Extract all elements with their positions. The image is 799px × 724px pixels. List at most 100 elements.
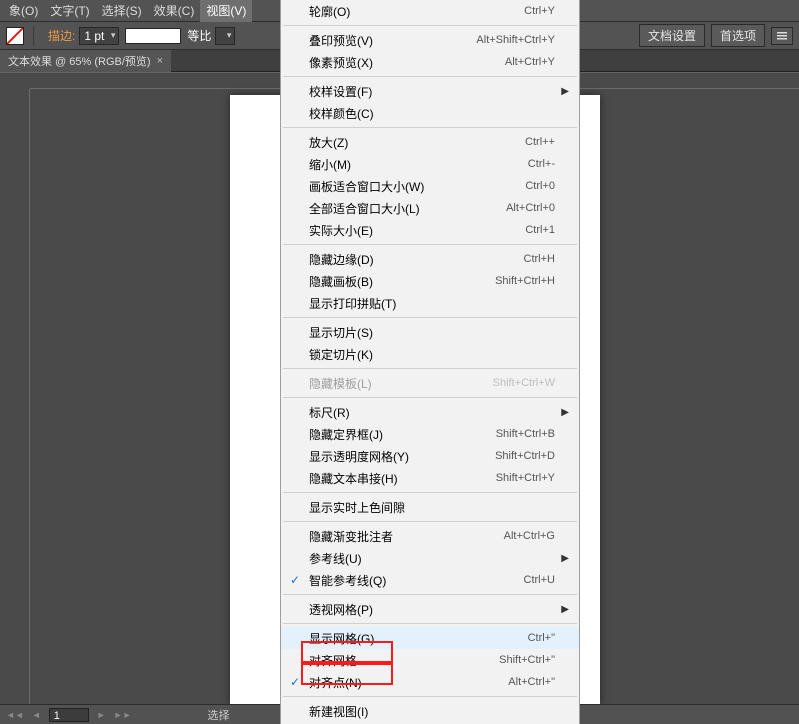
view-menu-dropdown: 轮廓(O)Ctrl+Y叠印预览(V)Alt+Shift+Ctrl+Y像素预览(X… [280,0,580,724]
document-tab[interactable]: 文本效果 @ 65% (RGB/预览) × [0,50,171,72]
document-tab-title: 文本效果 @ 65% (RGB/预览) [8,53,151,69]
menu-item-label: 新建视图(I) [309,703,555,720]
panel-menu-icon[interactable] [771,27,793,45]
menu-item[interactable]: 隐藏文本串接(H)Shift+Ctrl+Y [281,467,579,489]
checkmark-icon: ✓ [281,573,309,587]
menu-separator [283,521,577,522]
menu-item[interactable]: 显示打印拼贴(T) [281,292,579,314]
menu-item[interactable]: 参考线(U)▶ [281,547,579,569]
menu-item-label: 显示打印拼贴(T) [309,295,555,312]
menu-separator [283,368,577,369]
menu-item-label: 隐藏定界框(J) [309,426,496,443]
menu-item[interactable]: 实际大小(E)Ctrl+1 [281,219,579,241]
menu-item-shortcut: Shift+Ctrl+B [496,428,555,440]
menu-item[interactable]: 全部适合窗口大小(L)Alt+Ctrl+0 [281,197,579,219]
menu-item-label: 锁定切片(K) [309,346,555,363]
menu-item[interactable]: 显示透明度网格(Y)Shift+Ctrl+D [281,445,579,467]
menu-item[interactable]: 对齐网格Shift+Ctrl+" [281,649,579,671]
submenu-arrow-icon: ▶ [555,407,569,418]
uniform-dropdown[interactable] [215,27,235,45]
menu-item[interactable]: 像素预览(X)Alt+Ctrl+Y [281,51,579,73]
checkmark-icon: ✓ [281,675,309,689]
menu-item-shortcut: Ctrl+U [524,574,555,586]
separator [33,26,34,46]
menu-item[interactable]: 显示切片(S) [281,321,579,343]
menu-item-label: 对齐网格 [309,652,499,669]
menu-item-label: 轮廓(O) [309,3,524,20]
menu-effect[interactable]: 效果(C) [148,0,201,22]
menu-item-label: 全部适合窗口大小(L) [309,200,506,217]
menu-item-label: 显示实时上色间隙 [309,499,555,516]
menu-item-label: 参考线(U) [309,550,555,567]
menu-item[interactable]: 叠印预览(V)Alt+Shift+Ctrl+Y [281,29,579,51]
menu-item-shortcut: Shift+Ctrl+H [495,275,555,287]
stroke-weight-dropdown[interactable]: 1 pt [79,27,119,45]
menu-item-label: 画板适合窗口大小(W) [309,178,525,195]
menu-item-label: 标尺(R) [309,404,555,421]
menu-item-label: 隐藏渐变批注者 [309,528,504,545]
menu-view[interactable]: 视图(V) [200,0,252,22]
menu-item[interactable]: 锁定切片(K) [281,343,579,365]
next-artboard-icon[interactable]: ► [97,710,106,720]
menu-text[interactable]: 文字(T) [44,0,95,22]
first-artboard-icon[interactable]: ◄◄ [6,710,24,720]
menu-separator [283,25,577,26]
stroke-weight-value: 1 pt [84,29,104,43]
menu-item-label: 隐藏画板(B) [309,273,495,290]
menu-separator [283,696,577,697]
menu-item[interactable]: 显示网格(G)Ctrl+" [281,627,579,649]
menu-item-shortcut: Ctrl+0 [525,180,555,192]
menu-separator [283,76,577,77]
menu-item[interactable]: 标尺(R)▶ [281,401,579,423]
submenu-arrow-icon: ▶ [555,553,569,564]
menu-item-shortcut: Shift+Ctrl+Y [496,472,555,484]
menu-item-label: 显示网格(G) [309,630,528,647]
menu-item-label: 智能参考线(Q) [309,572,524,589]
menu-item[interactable]: 校样颜色(C) [281,102,579,124]
menu-item[interactable]: 隐藏画板(B)Shift+Ctrl+H [281,270,579,292]
menu-item[interactable]: ✓对齐点(N)Alt+Ctrl+" [281,671,579,693]
fill-swatch[interactable] [6,27,24,45]
menu-item[interactable]: 显示实时上色间隙 [281,496,579,518]
menu-item[interactable]: 放大(Z)Ctrl++ [281,131,579,153]
menu-item-shortcut: Alt+Ctrl+Y [505,56,555,68]
menu-item-label: 对齐点(N) [309,674,508,691]
menu-item: 隐藏模板(L)Shift+Ctrl+W [281,372,579,394]
status-mode-label: 选择 [208,707,230,723]
close-tab-icon[interactable]: × [157,55,163,67]
menu-item[interactable]: 校样设置(F)▶ [281,80,579,102]
artboard-number-field[interactable]: 1 [49,708,89,722]
menu-item-shortcut: Ctrl+H [524,253,555,265]
preferences-button[interactable]: 首选项 [711,24,765,47]
menu-item[interactable]: 隐藏渐变批注者Alt+Ctrl+G [281,525,579,547]
menu-item[interactable]: 缩小(M)Ctrl+- [281,153,579,175]
menu-item[interactable]: 轮廓(O)Ctrl+Y [281,0,579,22]
menu-item-shortcut: Ctrl+1 [525,224,555,236]
prev-artboard-icon[interactable]: ◄ [32,710,41,720]
menu-separator [283,397,577,398]
last-artboard-icon[interactable]: ►► [114,710,132,720]
menu-item[interactable]: 画板适合窗口大小(W)Ctrl+0 [281,175,579,197]
menu-separator [283,623,577,624]
menu-item[interactable]: ✓智能参考线(Q)Ctrl+U [281,569,579,591]
menu-item-label: 隐藏边缘(D) [309,251,524,268]
menu-item-label: 缩小(M) [309,156,528,173]
menu-select[interactable]: 选择(S) [96,0,148,22]
menu-item-label: 像素预览(X) [309,54,505,71]
menu-item[interactable]: 隐藏边缘(D)Ctrl+H [281,248,579,270]
menu-item-label: 校样设置(F) [309,83,555,100]
menu-item[interactable]: 透视网格(P)▶ [281,598,579,620]
menu-item-shortcut: Ctrl+Y [524,5,555,17]
menu-item-shortcut: Shift+Ctrl+" [499,654,555,666]
menu-separator [283,594,577,595]
menu-item[interactable]: 新建视图(I) [281,700,579,722]
menu-item-label: 校样颜色(C) [309,105,555,122]
menu-item-label: 叠印预览(V) [309,32,476,49]
menu-item[interactable]: 隐藏定界框(J)Shift+Ctrl+B [281,423,579,445]
menu-separator [283,317,577,318]
menu-object[interactable]: 象(O) [3,0,44,22]
submenu-arrow-icon: ▶ [555,604,569,615]
document-setup-button[interactable]: 文档设置 [639,24,705,47]
stroke-style-dropdown[interactable] [125,28,181,44]
submenu-arrow-icon: ▶ [555,86,569,97]
